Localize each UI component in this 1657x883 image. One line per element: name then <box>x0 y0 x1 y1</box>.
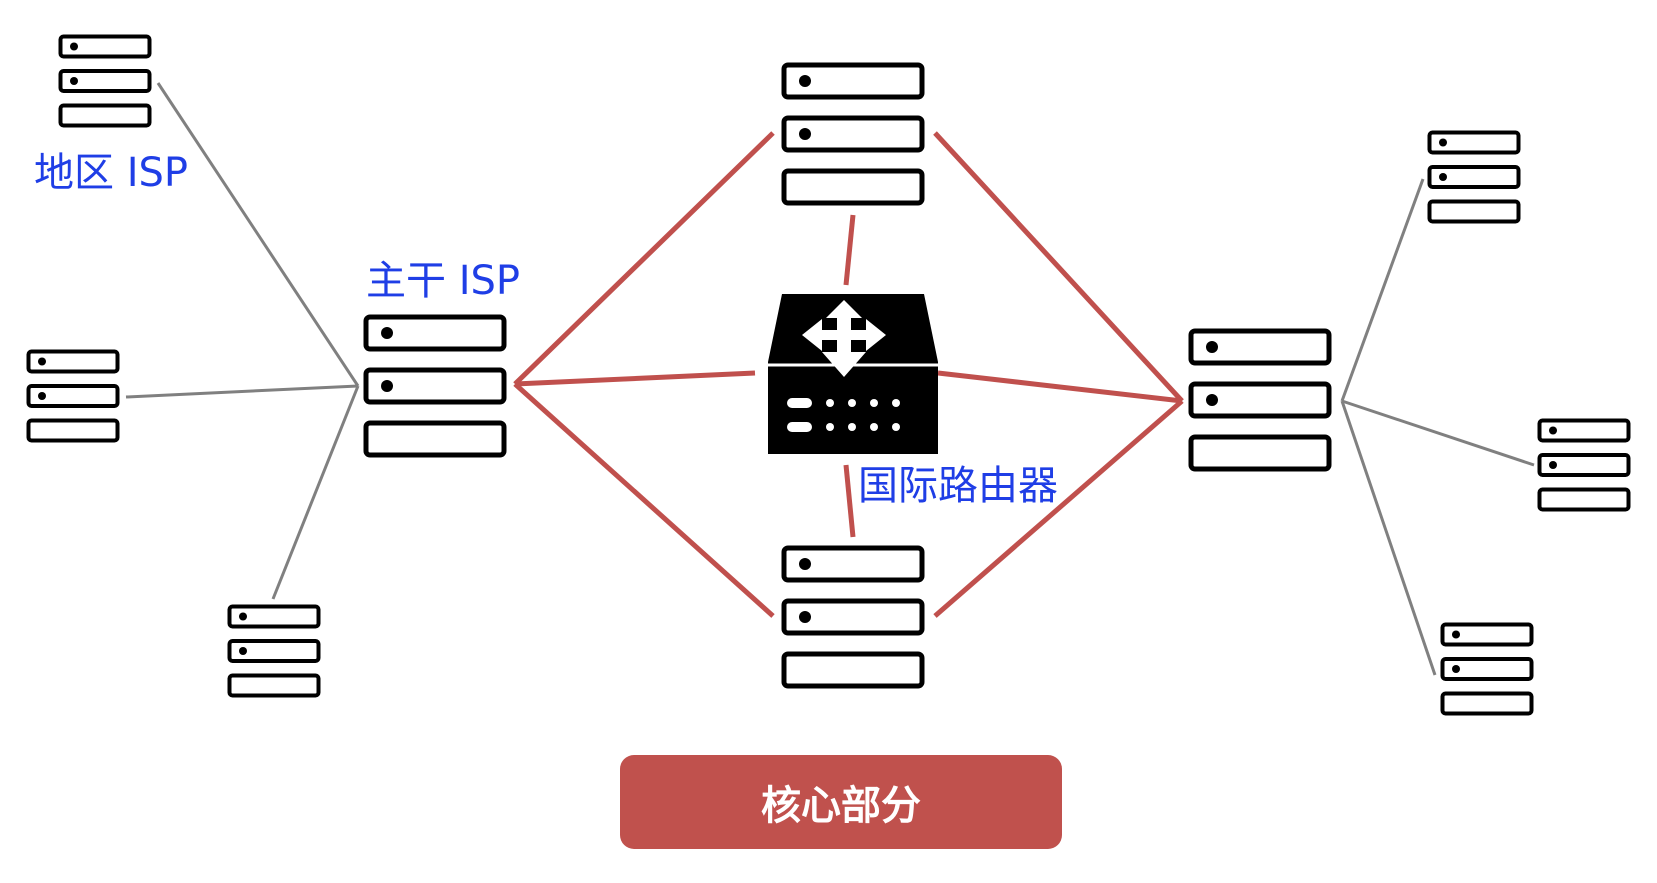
network-diagram <box>26 34 1631 716</box>
core-link <box>843 464 856 538</box>
server-rack-icon <box>1537 418 1631 512</box>
server-rack-icon <box>366 317 504 455</box>
access-link <box>1340 178 1425 402</box>
backbone-isp-label: 主干 ISP <box>366 258 521 304</box>
access-link <box>271 385 360 600</box>
core-link <box>937 370 1183 404</box>
core-link <box>933 131 1184 403</box>
server-rack-icon <box>1191 331 1329 469</box>
access-link <box>156 82 360 387</box>
server-rack-icon <box>1440 622 1534 716</box>
core-section-label: 核心部分 <box>761 783 921 829</box>
server-rack-icon <box>784 65 922 203</box>
access-link <box>1340 400 1437 676</box>
router-icon <box>768 294 938 454</box>
core-link <box>513 131 775 386</box>
server-rack-icon <box>784 548 922 686</box>
core-section-badge: 核心部分 <box>620 755 1062 849</box>
regional-isp-label: 地区 ISP <box>34 150 189 196</box>
international-router-label: 国际路由器 <box>858 463 1058 509</box>
core-link <box>513 382 775 618</box>
core-link <box>843 214 856 286</box>
server-rack-icon <box>1427 130 1521 224</box>
access-link <box>1341 399 1535 467</box>
core-link <box>514 370 756 387</box>
server-rack-icon <box>58 34 152 128</box>
server-rack-icon <box>26 349 120 443</box>
server-rack-icon <box>227 604 321 698</box>
access-link <box>125 384 359 399</box>
